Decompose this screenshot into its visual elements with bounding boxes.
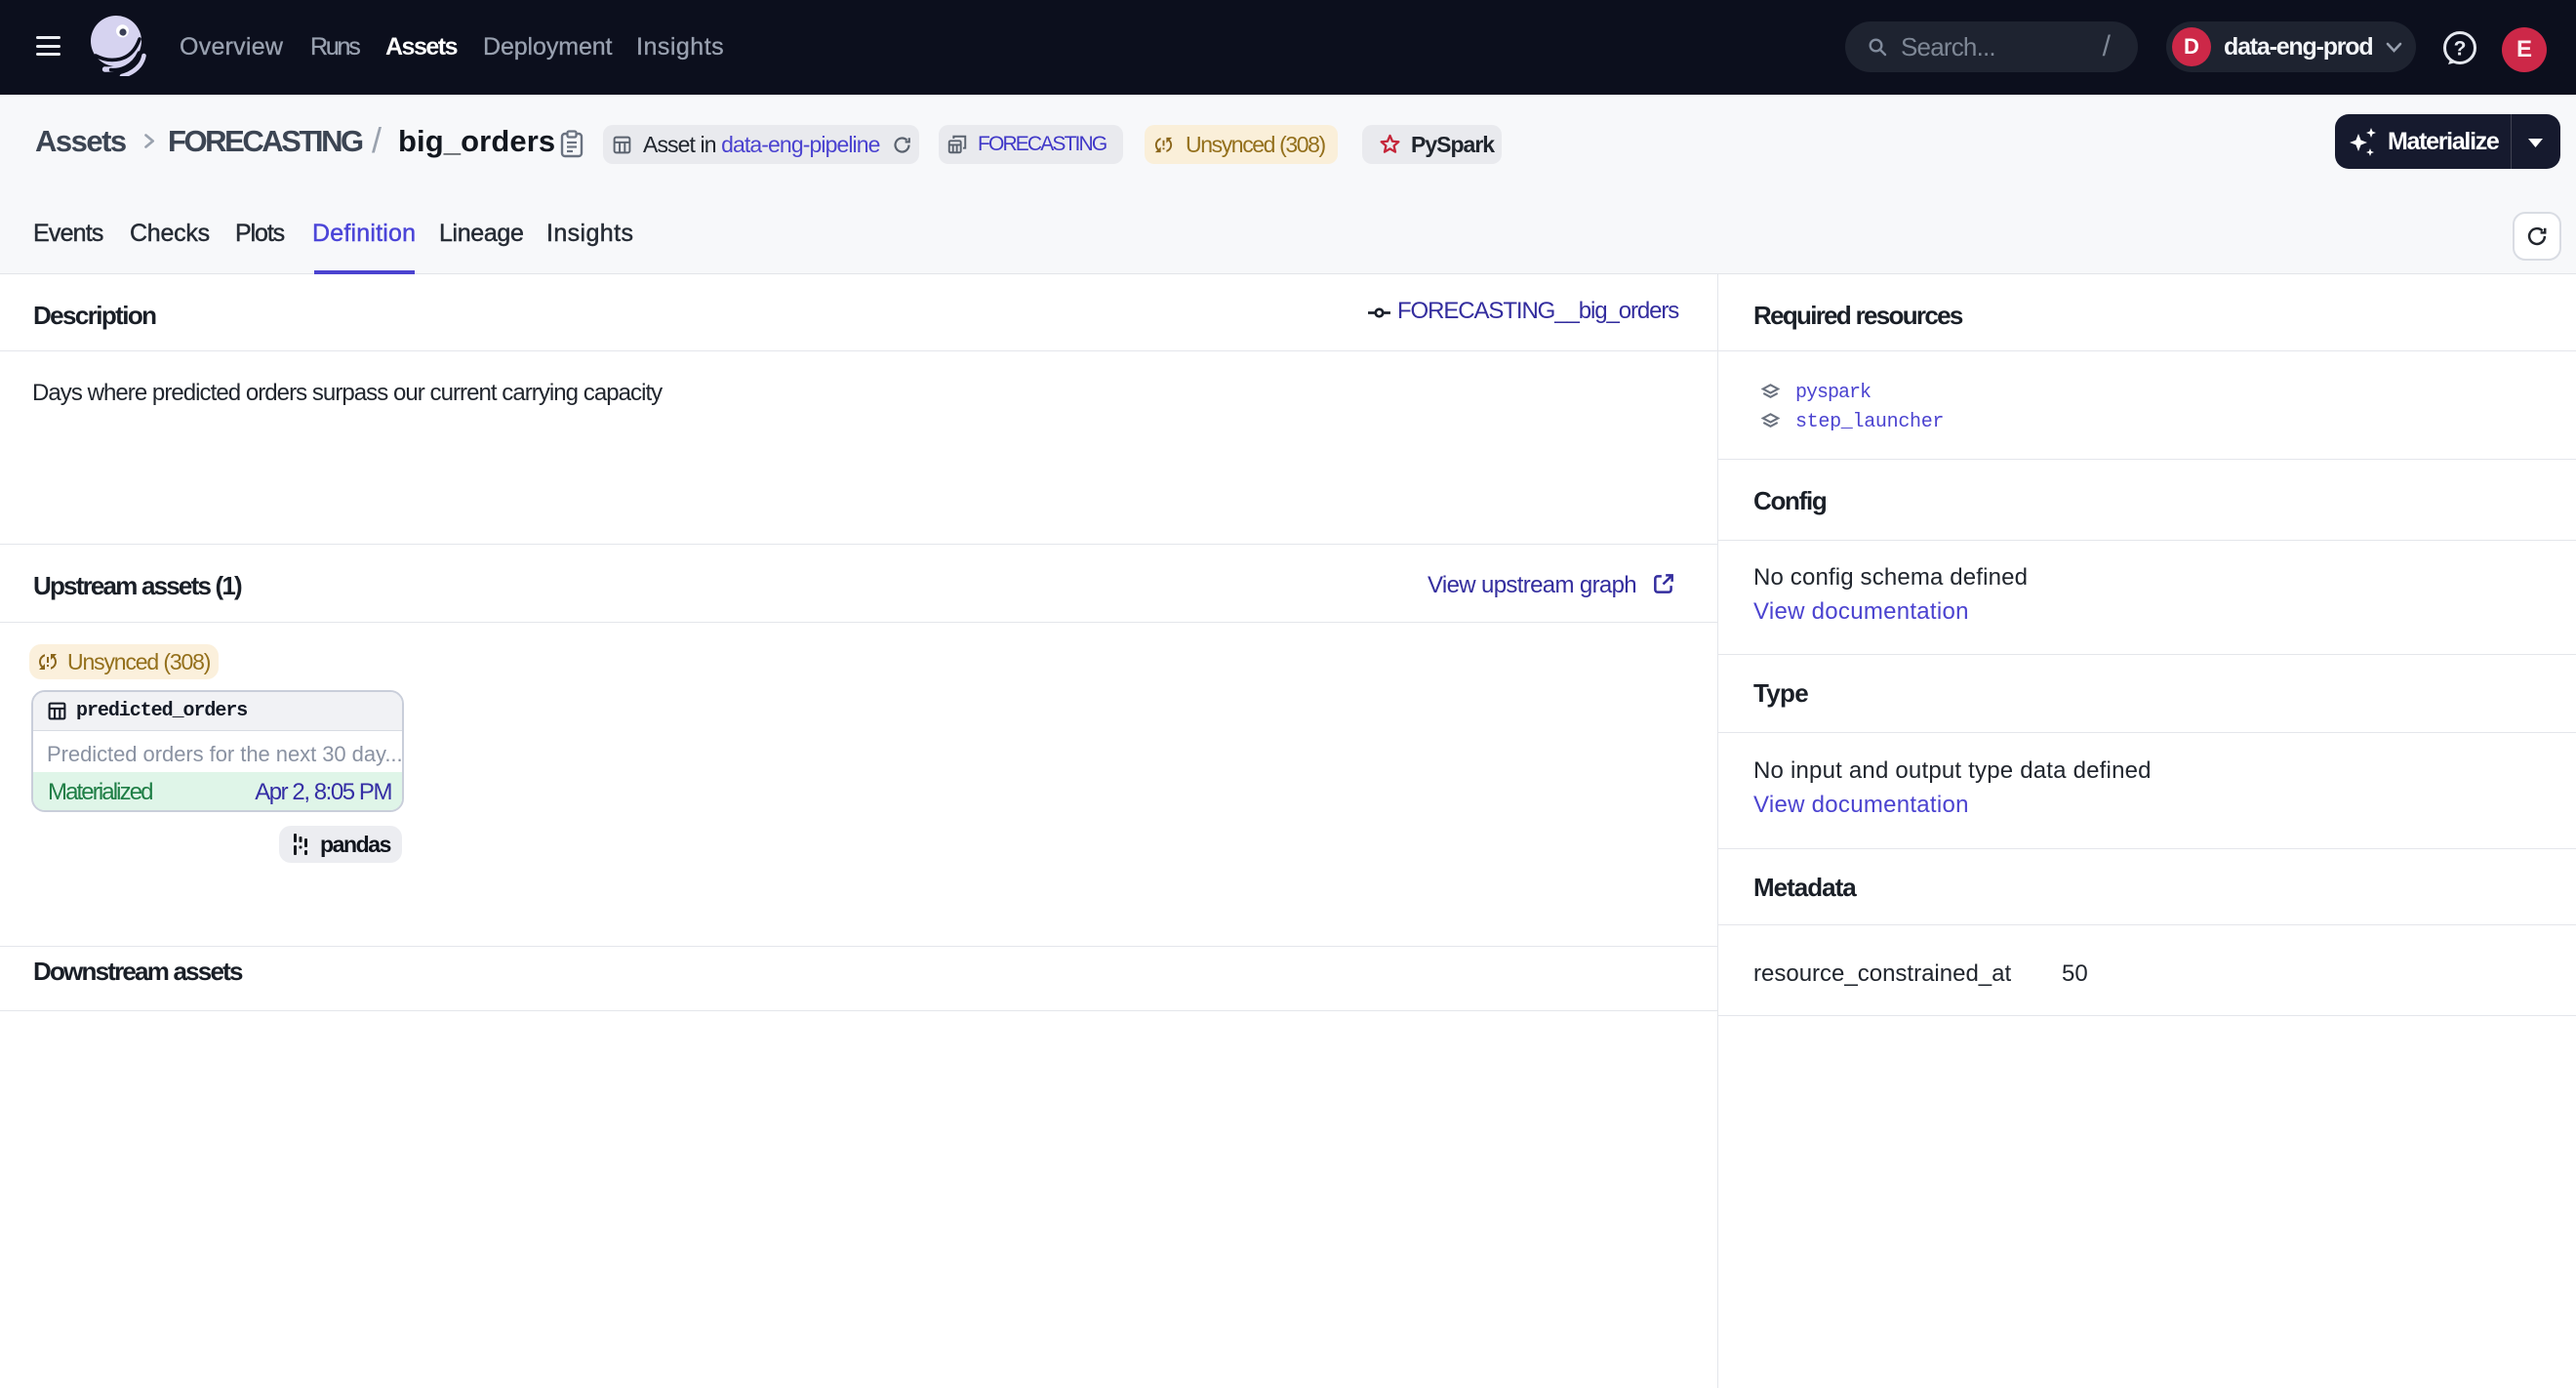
svg-text:?: ? xyxy=(2454,38,2467,61)
